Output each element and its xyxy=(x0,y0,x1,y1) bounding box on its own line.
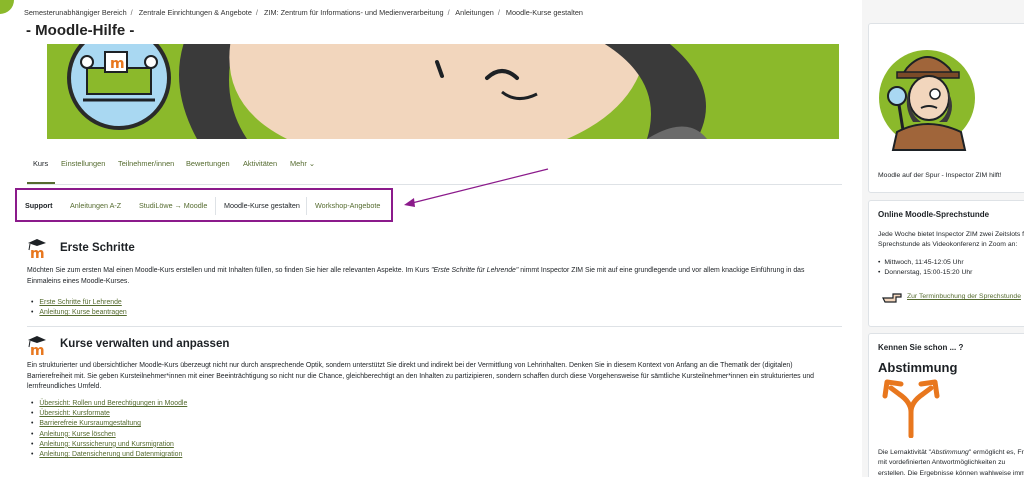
office-hours-title: Online Moodle-Sprechstunde xyxy=(878,210,990,219)
office-hours-slots: Mittwoch, 11:45-12:05 Uhr Donnerstag, 15… xyxy=(878,258,972,278)
tab-einstellungen[interactable]: Einstellungen xyxy=(61,159,105,168)
tab-mehr[interactable]: Mehr ⌄ xyxy=(290,159,315,168)
course-banner-image: m xyxy=(47,44,839,139)
right-sidebar: Moodle auf der Spur - Inspector ZIM hilf… xyxy=(862,0,1024,477)
inspector-zim-image xyxy=(879,50,975,151)
breadcrumb-item[interactable]: Zentrale Einrichtungen & Angebote xyxy=(139,8,252,17)
section-title-kurse-verwalten: Kurse verwalten und anpassen xyxy=(60,338,230,350)
moodle-logo-icon: m xyxy=(28,336,46,356)
breadcrumb-item[interactable]: Semesterunabhängiger Bereich xyxy=(24,8,127,17)
tab-teilnehmer[interactable]: Teilnehmer/innen xyxy=(118,159,174,168)
tab-bewertungen[interactable]: Bewertungen xyxy=(186,159,230,168)
subnav-kurse-gestalten[interactable]: Moodle-Kurse gestalten xyxy=(224,201,300,210)
section-link-list: Übersicht: Rollen und Berechtigungen in … xyxy=(31,399,187,460)
list-item[interactable]: Anleitung: Datensicherung und Datenmigra… xyxy=(31,450,187,460)
subnav-support[interactable]: Support xyxy=(25,201,53,210)
list-item[interactable]: Anleitung: Kurssicherung und Kursmigrati… xyxy=(31,440,187,450)
breadcrumb-item[interactable]: ZIM: Zentrum für Informations- und Medie… xyxy=(264,8,444,17)
support-subnav: Support Anleitungen A-Z StudiLöwe → Mood… xyxy=(15,188,393,222)
list-item[interactable]: Anleitung: Kurse beantragen xyxy=(31,308,126,318)
list-item: Donnerstag, 15:00-15:20 Uhr xyxy=(878,268,972,278)
section-title-erste-schritte: Erste Schritte xyxy=(60,242,135,254)
subnav-divider xyxy=(306,197,307,215)
section-link-list: Erste Schritte für Lehrende Anleitung: K… xyxy=(31,298,127,318)
feature-description: Die Lernaktivität "Abstimmung" ermöglich… xyxy=(878,449,1024,456)
inspector-caption: Moodle auf der Spur - Inspector ZIM hilf… xyxy=(878,172,1002,179)
svg-text:m: m xyxy=(30,343,45,356)
section-description: Ein strukturierter und übersichtlicher M… xyxy=(27,362,815,390)
pointing-hand-icon xyxy=(882,293,902,303)
did-you-know-block: Kennen Sie schon ... ? Abstimmung Die Le… xyxy=(868,333,1024,477)
course-tabs: Kurs Einstellungen Teilnehmer/innen Bewe… xyxy=(27,155,842,185)
main-content: Semesterunabhängiger Bereich / Zentrale E… xyxy=(0,0,862,477)
breadcrumb: Semesterunabhängiger Bereich / Zentrale E… xyxy=(24,8,583,17)
office-hours-text: Sprechstunde als Videokonferenz in Zoom … xyxy=(878,241,1018,248)
breadcrumb-item[interactable]: Moodle-Kurse gestalten xyxy=(506,8,583,17)
subnav-studiloewe[interactable]: StudiLöwe → Moodle xyxy=(139,201,207,210)
feature-heading: Abstimmung xyxy=(878,360,958,375)
feature-description: erstellen. Die Ergebnisse können wahlwei… xyxy=(878,470,1024,477)
inspector-zim-block: Moodle auf der Spur - Inspector ZIM hilf… xyxy=(868,23,1024,193)
office-hours-text: Jede Woche bietet Inspector ZIM zwei Zei… xyxy=(878,231,1024,238)
chevron-down-icon: ⌄ xyxy=(308,159,316,168)
page-title: - Moodle-Hilfe - xyxy=(26,22,135,39)
list-item[interactable]: Barrierefreie Kursraumgestaltung xyxy=(31,419,187,429)
tab-mehr-label: Mehr xyxy=(290,159,307,168)
list-item[interactable]: Übersicht: Kursformate xyxy=(31,409,187,419)
svg-text:m: m xyxy=(110,56,125,72)
split-arrow-icon xyxy=(882,379,940,438)
section-description: Möchten Sie zum ersten Mal einen Moodle-… xyxy=(27,267,805,285)
svg-text:m: m xyxy=(30,246,45,259)
active-tab-indicator xyxy=(27,182,55,184)
tab-aktivitaeten[interactable]: Aktivitäten xyxy=(243,159,277,168)
list-item: Mittwoch, 11:45-12:05 Uhr xyxy=(878,258,972,268)
breadcrumb-item[interactable]: Anleitungen xyxy=(455,8,494,17)
list-item[interactable]: Erste Schritte für Lehrende xyxy=(31,298,127,308)
tab-kurs[interactable]: Kurs xyxy=(33,159,48,168)
section-divider xyxy=(27,326,842,327)
office-hours-block: Online Moodle-Sprechstunde Jede Woche bi… xyxy=(868,200,1024,327)
list-item[interactable]: Übersicht: Rollen und Berechtigungen in … xyxy=(31,399,187,409)
booking-link[interactable]: Zur Terminbuchung der Sprechstunde xyxy=(907,293,1021,300)
list-item[interactable]: Anleitung: Kurse löschen xyxy=(31,430,187,440)
feature-description: mit vordefinierten Antwortmöglichkeiten … xyxy=(878,459,1006,466)
subnav-anleitungen[interactable]: Anleitungen A-Z xyxy=(70,201,121,210)
did-you-know-title: Kennen Sie schon ... ? xyxy=(878,343,964,352)
moodle-logo-icon: m xyxy=(28,239,46,259)
subnav-divider xyxy=(215,197,216,215)
subnav-workshop[interactable]: Workshop-Angebote xyxy=(315,201,380,210)
